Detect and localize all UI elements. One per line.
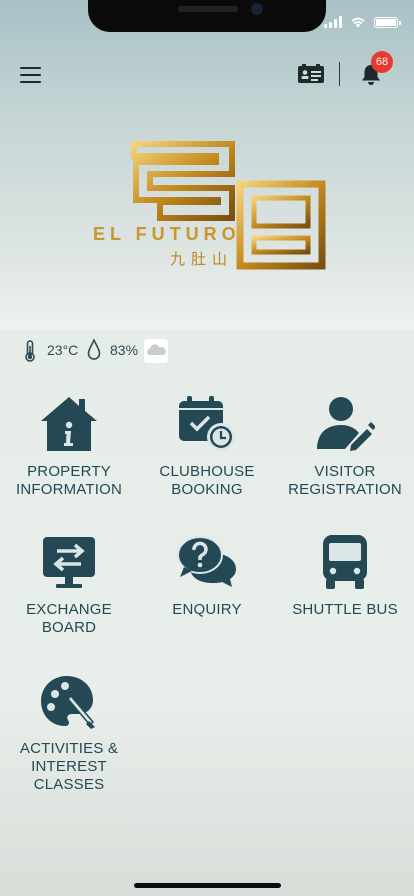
user-edit-icon [317, 397, 375, 451]
weather-bar: 23°C 83% [0, 330, 414, 370]
tile-label: SHUTTLE BUS [292, 601, 398, 618]
tile-label: VISITOR REGISTRATION [288, 463, 402, 498]
home-indicator[interactable] [134, 883, 281, 888]
tile-label: CLUBHOUSE BOOKING [159, 463, 255, 498]
palette-brush-icon [41, 676, 95, 729]
device-notch [88, 0, 326, 32]
speaker-grille [178, 6, 238, 12]
front-camera [251, 3, 263, 15]
tile-label: PROPERTY INFORMATION [15, 463, 123, 498]
house-info-icon [41, 397, 97, 451]
battery-icon [374, 16, 401, 28]
tile-label: ACTIVITIES & INTEREST CLASSES [19, 740, 119, 793]
shuttle-bus-tile[interactable]: SHUTTLE BUS [276, 533, 414, 619]
temperature-value: 23°C [47, 342, 79, 358]
calendar-clock-icon [179, 396, 235, 451]
enquiry-tile[interactable]: ENQUIRY [138, 533, 276, 619]
bus-icon [323, 535, 367, 589]
humidity-value: 83% [110, 342, 139, 358]
news-button[interactable] [298, 64, 324, 84]
menu-button[interactable] [20, 67, 41, 83]
logo-wordmark: EL FUTURO [93, 224, 241, 244]
humidity-icon [87, 339, 101, 360]
status-bar [324, 16, 401, 28]
weather-condition [144, 339, 168, 363]
visitor-registration-tile[interactable]: VISITOR REGISTRATION [276, 395, 414, 499]
tile-label: ENQUIRY [172, 601, 242, 618]
cellular-signal-icon [324, 16, 342, 28]
property-information-tile[interactable]: PROPERTY INFORMATION [0, 395, 138, 499]
thermometer-icon [25, 340, 35, 362]
question-chat-icon [177, 536, 236, 587]
notification-badge: 68 [371, 51, 393, 73]
clubhouse-booking-tile[interactable]: CLUBHOUSE BOOKING [138, 395, 276, 499]
wifi-icon [351, 17, 365, 28]
tile-label: EXCHANGE BOARD [26, 601, 112, 636]
activities-interest-classes-tile[interactable]: ACTIVITIES & INTEREST CLASSES [0, 672, 138, 794]
newspaper-icon [298, 64, 324, 83]
logo-chinese-wordmark: 九肚山 [170, 251, 234, 268]
cloud-icon [147, 344, 166, 355]
header-divider [339, 62, 340, 86]
exchange-board-tile[interactable]: EXCHANGE BOARD [0, 533, 138, 637]
exchange-arrows-icon [43, 537, 95, 588]
